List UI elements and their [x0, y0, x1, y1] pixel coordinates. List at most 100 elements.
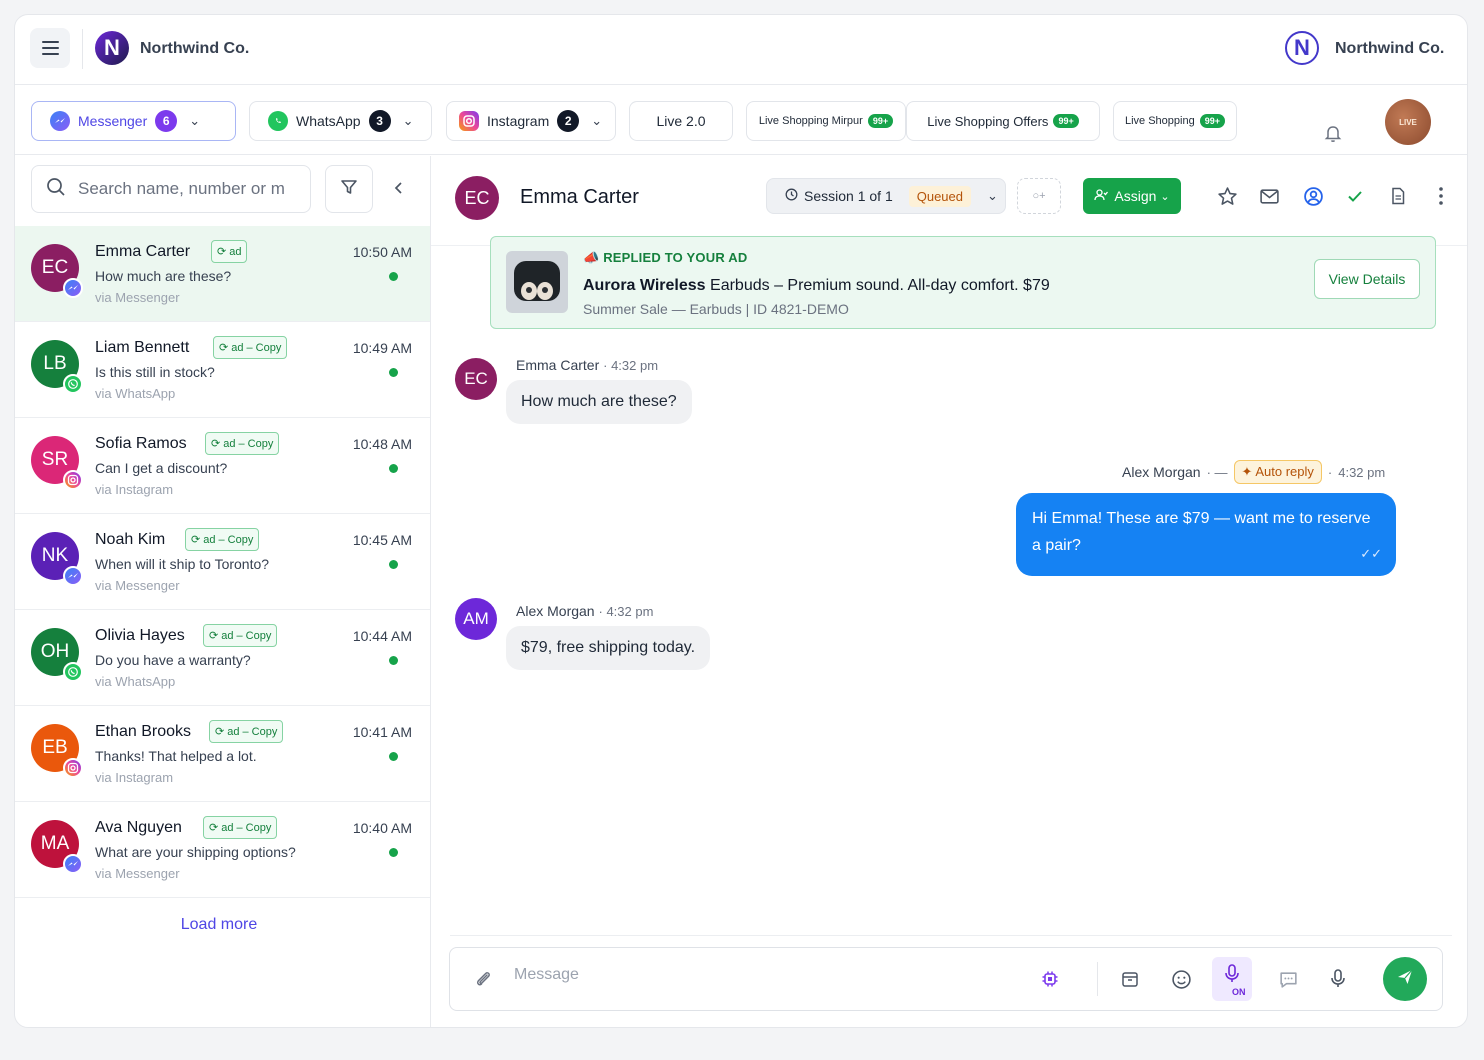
product-image	[506, 251, 568, 313]
tab-label: Instagram	[487, 113, 550, 129]
contact-name: Ava Nguyen	[95, 819, 182, 836]
inbox-icon[interactable]	[1119, 968, 1141, 990]
ad-tag: ⟳ ad – Copy	[209, 720, 284, 743]
ad-tag: ⟳ ad – Copy	[203, 624, 278, 647]
assign-button[interactable]: Assign ⌄	[1083, 178, 1181, 214]
ad-label-text: REPLIED TO YOUR AD	[603, 250, 748, 265]
avatar[interactable]: EC	[455, 176, 499, 220]
message-meta: Alex Morgan · — ✦ Auto reply · 4:32 pm	[1122, 460, 1385, 484]
sender-name: Alex Morgan	[1122, 464, 1201, 480]
tag-label: ad – Copy	[221, 821, 272, 834]
bell-icon[interactable]	[1321, 121, 1345, 145]
tag-label: ad – Copy	[231, 341, 282, 354]
avatar[interactable]: AM	[455, 598, 497, 640]
top-bar: N Northwind Co. N Northwind Co.	[15, 15, 1467, 85]
tab-messenger[interactable]: Messenger 6 ⌄	[31, 101, 236, 141]
conversation-panel: ECEmma Carter⟳adHow much are these?via M…	[15, 156, 431, 1027]
document-icon[interactable]	[1387, 185, 1409, 207]
tab-badge: 99+	[1199, 114, 1225, 128]
mail-icon[interactable]	[1258, 185, 1280, 207]
tab-live-2[interactable]: Live 2.0	[629, 101, 733, 141]
brand-logo[interactable]: N	[95, 31, 129, 65]
auto-reply-label: Auto reply	[1255, 464, 1314, 479]
messenger-icon	[50, 111, 70, 131]
channel-source: via Messenger	[95, 290, 180, 305]
check-icon[interactable]	[1344, 185, 1366, 207]
unread-dot	[389, 272, 398, 281]
contact-name: Sofia Ramos	[95, 435, 187, 452]
message-time: 10:49 AM	[352, 340, 412, 356]
message-time: 10:44 AM	[352, 628, 412, 644]
list-item[interactable]: EC Emma Carter ⟳ ad How much are these? via M…	[15, 226, 430, 322]
list-item[interactable]: SR Sofia Ramos ⟳ ad – Copy Can I get a disco…	[15, 418, 430, 514]
tab-label: Live Shopping Mirpur	[758, 115, 863, 127]
user-circle-icon[interactable]	[1302, 185, 1324, 207]
chat-bubble-icon[interactable]	[1277, 968, 1299, 990]
brand-name: Northwind Co.	[140, 40, 250, 57]
send-icon	[1395, 967, 1415, 992]
unread-dot	[389, 848, 398, 857]
message-bubble-outgoing: Hi Emma! These are $79 — want me to rese…	[1016, 493, 1396, 576]
list-item[interactable]: NK Noah Kim ⟳ ad – Copy When will it ship to…	[15, 514, 430, 610]
view-details-button[interactable]: View Details	[1314, 259, 1420, 299]
divider	[1097, 962, 1098, 996]
message-preview: What are your shipping options?	[95, 844, 296, 860]
ad-title: Aurora Wireless Earbuds – Premium sound.…	[583, 277, 1050, 295]
message-text: Hi Emma! These are $79 — want me to rese…	[1032, 510, 1371, 554]
filter-button[interactable]	[325, 165, 373, 213]
search-icon	[46, 177, 66, 202]
message-time: 10:50 AM	[352, 244, 412, 260]
microphone-icon[interactable]	[1327, 968, 1349, 990]
contact-name: Liam Bennett	[95, 339, 190, 356]
list-item[interactable]: MA Ava Nguyen ⟳ ad – Copy What are your ship…	[15, 802, 430, 898]
sender-name: Alex Morgan	[516, 603, 595, 619]
message-time: 10:45 AM	[352, 532, 412, 548]
add-label-icon[interactable]: ○+	[1017, 178, 1061, 214]
channel-tabs: Messenger 6 ⌄ WhatsApp 3 ⌄ Instagram 2 ⌄…	[15, 85, 1467, 155]
tag-label: ad – Copy	[221, 629, 272, 642]
ad-tag: ⟳ ad – Copy	[203, 816, 278, 839]
voice-toggle[interactable]: ON	[1212, 957, 1252, 1001]
paperclip-icon[interactable]	[472, 968, 494, 990]
ad-tag: ⟳ ad – Copy	[185, 528, 260, 551]
emoji-icon[interactable]	[1170, 968, 1192, 990]
session-dropdown[interactable]: Session 1 of 1 Queued ⌄	[766, 178, 1006, 214]
brand-logo-right: N	[1285, 31, 1319, 65]
send-button[interactable]	[1383, 957, 1427, 1001]
tab-badge: 99+	[1053, 114, 1079, 128]
unread-dot	[389, 464, 398, 473]
list-item[interactable]: EB Ethan Brooks ⟳ ad – Copy Thanks! That hel…	[15, 706, 430, 802]
tab-live-shopping[interactable]: Live Shopping 99+	[1113, 101, 1237, 141]
ad-tag: ⟳ ad	[211, 240, 248, 263]
avatar[interactable]: EC	[455, 358, 497, 400]
message-input[interactable]	[514, 966, 994, 984]
tab-count: 2	[557, 110, 580, 132]
tab-instagram[interactable]: Instagram 2 ⌄	[446, 101, 616, 141]
search-input[interactable]	[78, 179, 293, 199]
megaphone-icon: 📣	[583, 250, 600, 265]
chevron-left-icon[interactable]	[389, 178, 409, 198]
assign-label: Assign	[1114, 188, 1157, 204]
message-meta: Alex Morgan · 4:32 pm	[516, 603, 654, 619]
tab-live-shopping-offers[interactable]: Live Shopping Offers 99+	[906, 101, 1100, 141]
star-icon[interactable]	[1216, 185, 1238, 207]
megaphone-icon: ⟳	[209, 822, 219, 834]
ai-chip-icon[interactable]	[1039, 968, 1061, 990]
more-vertical-icon[interactable]	[1430, 185, 1452, 207]
unread-dot	[389, 560, 398, 569]
tab-live-shopping-mirpur[interactable]: Live Shopping Mirpur 99+	[746, 101, 906, 141]
channel-source: via Instagram	[95, 770, 174, 785]
list-item[interactable]: LB Liam Bennett ⟳ ad – Copy Is this still in…	[15, 322, 430, 418]
message-preview: Do you have a warranty?	[95, 652, 251, 668]
search-box[interactable]	[31, 165, 311, 213]
list-item[interactable]: OH Olivia Hayes ⟳ ad – Copy Do you have a wa…	[15, 610, 430, 706]
profile-avatar[interactable]: LIVE	[1385, 99, 1431, 145]
menu-icon[interactable]	[30, 28, 70, 68]
ad-label: 📣 REPLIED TO YOUR AD	[583, 250, 747, 266]
contact-name: Noah Kim	[95, 531, 166, 548]
message-time: 4:32 pm	[606, 604, 654, 619]
message-time: 10:41 AM	[352, 724, 412, 740]
divider	[82, 29, 83, 69]
tab-whatsapp[interactable]: WhatsApp 3 ⌄	[249, 101, 432, 141]
load-more-button[interactable]: Load more	[15, 916, 423, 934]
